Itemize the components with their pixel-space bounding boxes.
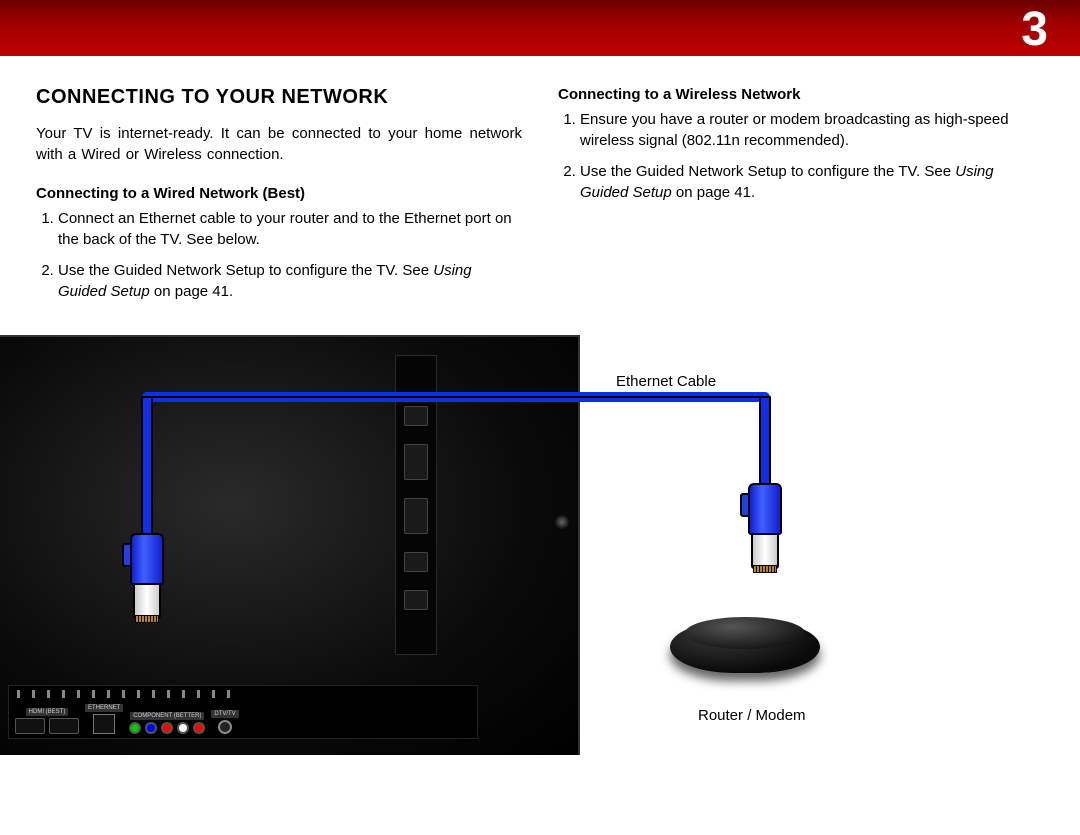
ethernet-cable-label: Ethernet Cable — [616, 373, 716, 390]
router-label: Router / Modem — [698, 707, 848, 777]
audio-out-port-icon — [404, 590, 428, 610]
horizontal-port-bar: HDMI (BEST) ETHERNET COMPONENT (BETTER) — [8, 685, 478, 739]
router-icon — [670, 613, 820, 683]
rca-white-icon — [177, 722, 189, 734]
rj45-connector-icon — [122, 533, 172, 633]
wired-heading: Connecting to a Wired Network (Best) — [36, 185, 522, 202]
wireless-heading: Connecting to a Wireless Network — [558, 86, 1044, 103]
ethernet-port-icon — [93, 714, 115, 734]
connection-diagram: HDMI (BEST) ETHERNET COMPONENT (BETTER) — [0, 335, 1080, 835]
right-column: Connecting to a Wireless Network Ensure … — [558, 86, 1044, 312]
screw-icon — [555, 515, 569, 529]
content-columns: CONNECTING TO YOUR NETWORK Your TV is in… — [0, 56, 1080, 312]
rca-red-icon — [193, 722, 205, 734]
wireless-steps: Ensure you have a router or modem broadc… — [558, 109, 1044, 203]
wired-step-2: Use the Guided Network Setup to configur… — [58, 260, 522, 302]
rca-y-icon — [129, 722, 141, 734]
rca-pr-icon — [161, 722, 173, 734]
hdmi-port-icon — [49, 718, 79, 734]
rca-pb-icon — [145, 722, 157, 734]
hdmi-group: HDMI (BEST) — [15, 708, 79, 734]
hdmi-port-icon — [404, 444, 428, 480]
hdmi-port-icon — [15, 718, 45, 734]
optical-port-icon — [404, 552, 428, 572]
wired-step-1: Connect an Ethernet cable to your router… — [58, 208, 522, 250]
intro-paragraph: Your TV is internet-ready. It can be con… — [36, 123, 522, 165]
header-band: 3 — [0, 0, 1080, 56]
component-group: COMPONENT (BETTER) — [129, 712, 205, 734]
section-title: CONNECTING TO YOUR NETWORK — [36, 86, 522, 109]
dtv-group: DTV/TV — [211, 710, 238, 734]
vertical-port-strip — [395, 355, 437, 655]
rj45-connector-icon — [740, 483, 790, 583]
wired-steps: Connect an Ethernet cable to your router… — [36, 208, 522, 302]
ethernet-group: ETHERNET — [85, 704, 123, 734]
wireless-step-2: Use the Guided Network Setup to configur… — [580, 161, 1044, 203]
chapter-number: 3 — [1021, 2, 1048, 57]
tv-back-panel: HDMI (BEST) ETHERNET COMPONENT (BETTER) — [0, 335, 580, 755]
left-column: CONNECTING TO YOUR NETWORK Your TV is in… — [36, 86, 522, 312]
usb-port-icon — [404, 406, 428, 426]
hdmi-port-icon — [404, 498, 428, 534]
wireless-step-1: Ensure you have a router or modem broadc… — [580, 109, 1044, 151]
coax-port-icon — [218, 720, 232, 734]
